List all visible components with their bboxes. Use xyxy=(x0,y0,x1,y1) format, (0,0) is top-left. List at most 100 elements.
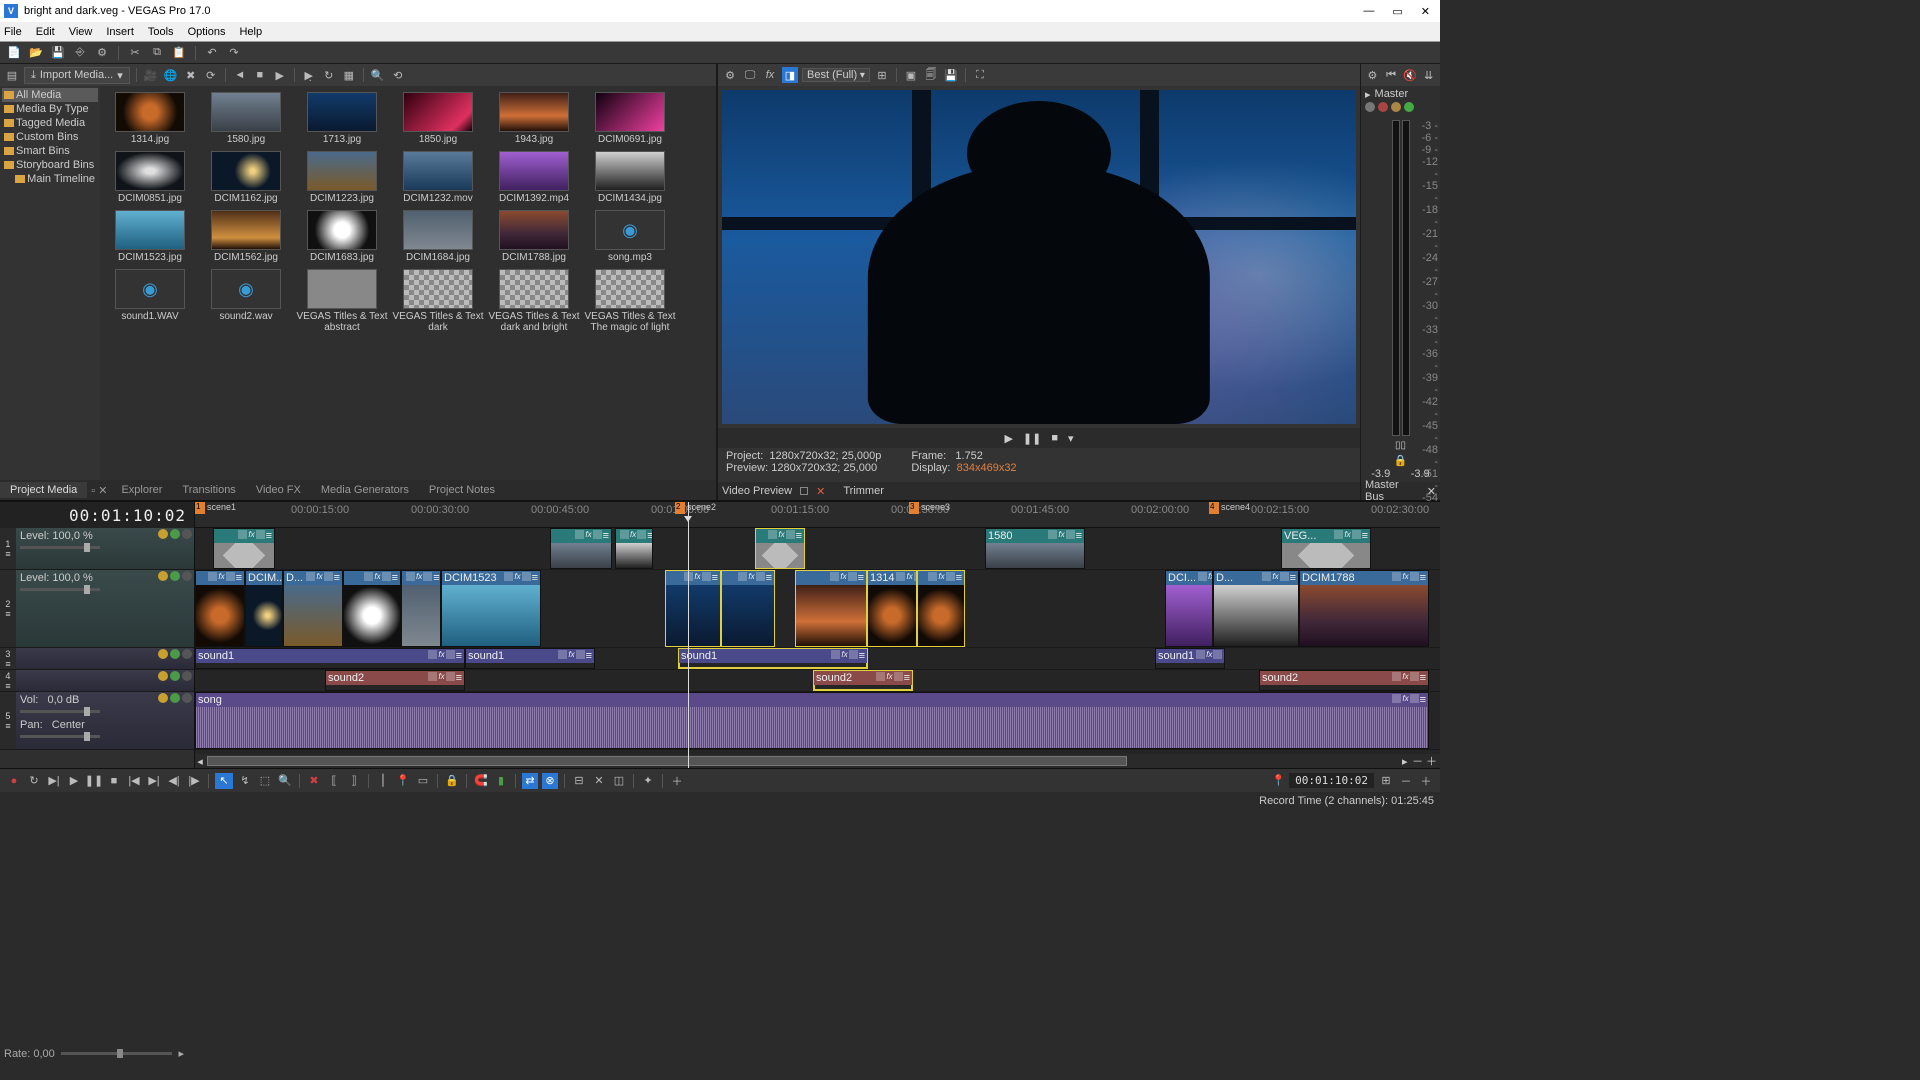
maximize-button[interactable]: ▭ xyxy=(1392,5,1402,18)
master-prev-icon[interactable]: ⏮ xyxy=(1384,67,1399,83)
timecode-display[interactable]: 00:01:10:02 xyxy=(0,502,194,528)
media-thumb[interactable]: song.mp3 xyxy=(584,210,676,263)
tab-transitions[interactable]: Transitions xyxy=(172,482,245,498)
track-header[interactable]: 4≡ xyxy=(0,670,194,692)
menu-options[interactable]: Options xyxy=(188,26,226,38)
media-thumb[interactable]: DCIM1684.jpg xyxy=(392,210,484,263)
media-thumb[interactable]: DCIM1232.mov xyxy=(392,151,484,204)
tl-zoom-icon[interactable]: ⊞ xyxy=(1378,773,1394,789)
play-button[interactable]: ▶ xyxy=(66,773,82,789)
envelope-icon[interactable]: ↯ xyxy=(237,773,253,789)
clip[interactable]: fx≡ xyxy=(401,570,441,647)
play-button[interactable]: ▶ xyxy=(1004,432,1012,445)
media-thumb[interactable]: DCIM1788.jpg xyxy=(488,210,580,263)
stop-button[interactable]: ■ xyxy=(1051,432,1058,444)
minimize-button[interactable]: — xyxy=(1363,5,1374,18)
master-solo-icon[interactable] xyxy=(1391,102,1401,112)
media-thumb[interactable]: sound1.WAV xyxy=(104,269,196,333)
media-views-icon[interactable]: ▤ xyxy=(4,67,20,83)
tree-item[interactable]: Custom Bins xyxy=(2,130,98,144)
fx-automation-icon[interactable]: ✦ xyxy=(640,773,656,789)
master-auto-icon[interactable] xyxy=(1404,102,1414,112)
redo-icon[interactable]: ↷ xyxy=(226,45,242,61)
marker[interactable]: 3 xyxy=(909,502,919,514)
loop-playback-icon[interactable]: ↻ xyxy=(26,773,42,789)
track-header[interactable]: 1≡Level: 100,0 % xyxy=(0,528,194,570)
clip[interactable]: fx≡ xyxy=(550,528,612,569)
clip[interactable]: sound2fx≡ xyxy=(813,670,913,691)
zoom-tool-icon[interactable]: 🔍 xyxy=(277,773,293,789)
clip[interactable]: D...fx≡ xyxy=(283,570,343,647)
tree-item[interactable]: Tagged Media xyxy=(2,116,98,130)
clip[interactable]: 1580fx≡ xyxy=(985,528,1085,569)
prev-frame-icon[interactable]: ◀| xyxy=(166,773,182,789)
media-thumb[interactable]: sound2.wav xyxy=(200,269,292,333)
tab-project-media[interactable]: Project Media xyxy=(0,482,87,498)
paste-icon[interactable]: 📋 xyxy=(171,45,187,61)
split-icon[interactable]: ⎮ xyxy=(375,773,391,789)
remove-icon[interactable]: ✖ xyxy=(183,67,199,83)
media-thumb[interactable]: DCIM1523.jpg xyxy=(104,210,196,263)
media-thumb[interactable]: DCIM1162.jpg xyxy=(200,151,292,204)
clip[interactable]: sound2fx≡ xyxy=(1259,670,1429,691)
trim-end-icon[interactable]: ⟧ xyxy=(346,773,362,789)
auto-ripple-icon[interactable]: ⇄ xyxy=(522,773,538,789)
add-track-icon[interactable]: ＋ xyxy=(669,773,685,789)
new-project-icon[interactable]: 📄 xyxy=(6,45,22,61)
tab-media-generators[interactable]: Media Generators xyxy=(311,482,419,498)
cut-icon[interactable]: ✂ xyxy=(127,45,143,61)
playhead[interactable] xyxy=(688,502,689,768)
marker[interactable]: 2 xyxy=(675,502,685,514)
overlays-icon[interactable]: ▣ xyxy=(903,67,919,83)
menu-file[interactable]: File xyxy=(4,26,22,38)
copy-frame-icon[interactable]: 🗐 xyxy=(923,67,939,83)
clip[interactable]: fx≡ xyxy=(195,570,245,647)
timeline-area[interactable]: 00:00:15:0000:00:30:0000:00:45:0000:01:0… xyxy=(195,502,1440,768)
lock-icon[interactable]: 🔒 xyxy=(1394,454,1408,468)
playback-rate[interactable]: Rate: 0,00▸ xyxy=(4,1047,184,1060)
media-thumb[interactable]: DCIM1434.jpg xyxy=(584,151,676,204)
clip[interactable]: sound1fx≡ xyxy=(465,648,595,669)
next-frame-icon[interactable]: |▶ xyxy=(186,773,202,789)
track-header[interactable]: 3≡ xyxy=(0,648,194,670)
media-thumb[interactable]: DCIM1223.jpg xyxy=(296,151,388,204)
clip[interactable]: VEG...fx≡ xyxy=(1281,528,1371,569)
tl-zoom-in-icon[interactable]: ＋ xyxy=(1418,773,1434,789)
properties-icon[interactable]: ⚙ xyxy=(94,45,110,61)
tab-video-fx[interactable]: Video FX xyxy=(246,482,311,498)
clip[interactable]: fx≡ xyxy=(755,528,805,569)
menu-help[interactable]: Help xyxy=(239,26,262,38)
tab-explorer[interactable]: Explorer xyxy=(111,482,172,498)
go-end-icon[interactable]: ▶| xyxy=(146,773,162,789)
clip[interactable]: sound1fx≡ xyxy=(678,648,868,669)
autoplay-icon[interactable]: ▶̣ xyxy=(301,67,317,83)
master-mute-icon[interactable] xyxy=(1378,102,1388,112)
clip[interactable]: songfx≡ xyxy=(195,692,1429,749)
trim-start-icon[interactable]: ⟦ xyxy=(326,773,342,789)
media-thumb[interactable]: 1580.jpg xyxy=(200,92,292,145)
menu-view[interactable]: View xyxy=(69,26,93,38)
tab-master-bus[interactable]: Master Bus xyxy=(1365,479,1419,503)
clip[interactable]: fx≡ xyxy=(721,570,775,647)
tab-project-notes[interactable]: Project Notes xyxy=(419,482,505,498)
cursor-timecode[interactable]: 00:01:10:02 xyxy=(1289,773,1374,788)
tab-trimmer[interactable]: Trimmer xyxy=(843,485,884,497)
marker[interactable]: 4 xyxy=(1209,502,1219,514)
undo-icon[interactable]: ↶ xyxy=(204,45,220,61)
master-fx-icon[interactable] xyxy=(1365,102,1375,112)
undock-icon[interactable] xyxy=(800,487,808,495)
media-thumb[interactable]: VEGAS Titles & Text dark xyxy=(392,269,484,333)
split-screen-icon[interactable]: ◨ xyxy=(782,67,798,83)
import-media-button[interactable]: ⤓ Import Media... ▾ xyxy=(24,67,130,84)
clip[interactable]: fx≡ xyxy=(615,528,653,569)
save-project-icon[interactable]: 💾 xyxy=(50,45,66,61)
media-thumb[interactable]: 1314.jpg xyxy=(104,92,196,145)
region-icon[interactable]: ▭ xyxy=(415,773,431,789)
refresh-icon[interactable]: ⟳ xyxy=(203,67,219,83)
media-thumb[interactable]: VEGAS Titles & Text dark and bright xyxy=(488,269,580,333)
time-ruler[interactable]: 00:00:15:0000:00:30:0000:00:45:0000:01:0… xyxy=(195,502,1440,528)
media-thumb[interactable]: VEGAS Titles & Text The magic of light xyxy=(584,269,676,333)
preview-output-icon[interactable]: 🖵 xyxy=(742,67,758,83)
preview-props-icon[interactable]: ⚙ xyxy=(722,67,738,83)
master-settings-icon[interactable]: ⚙ xyxy=(1365,67,1380,83)
